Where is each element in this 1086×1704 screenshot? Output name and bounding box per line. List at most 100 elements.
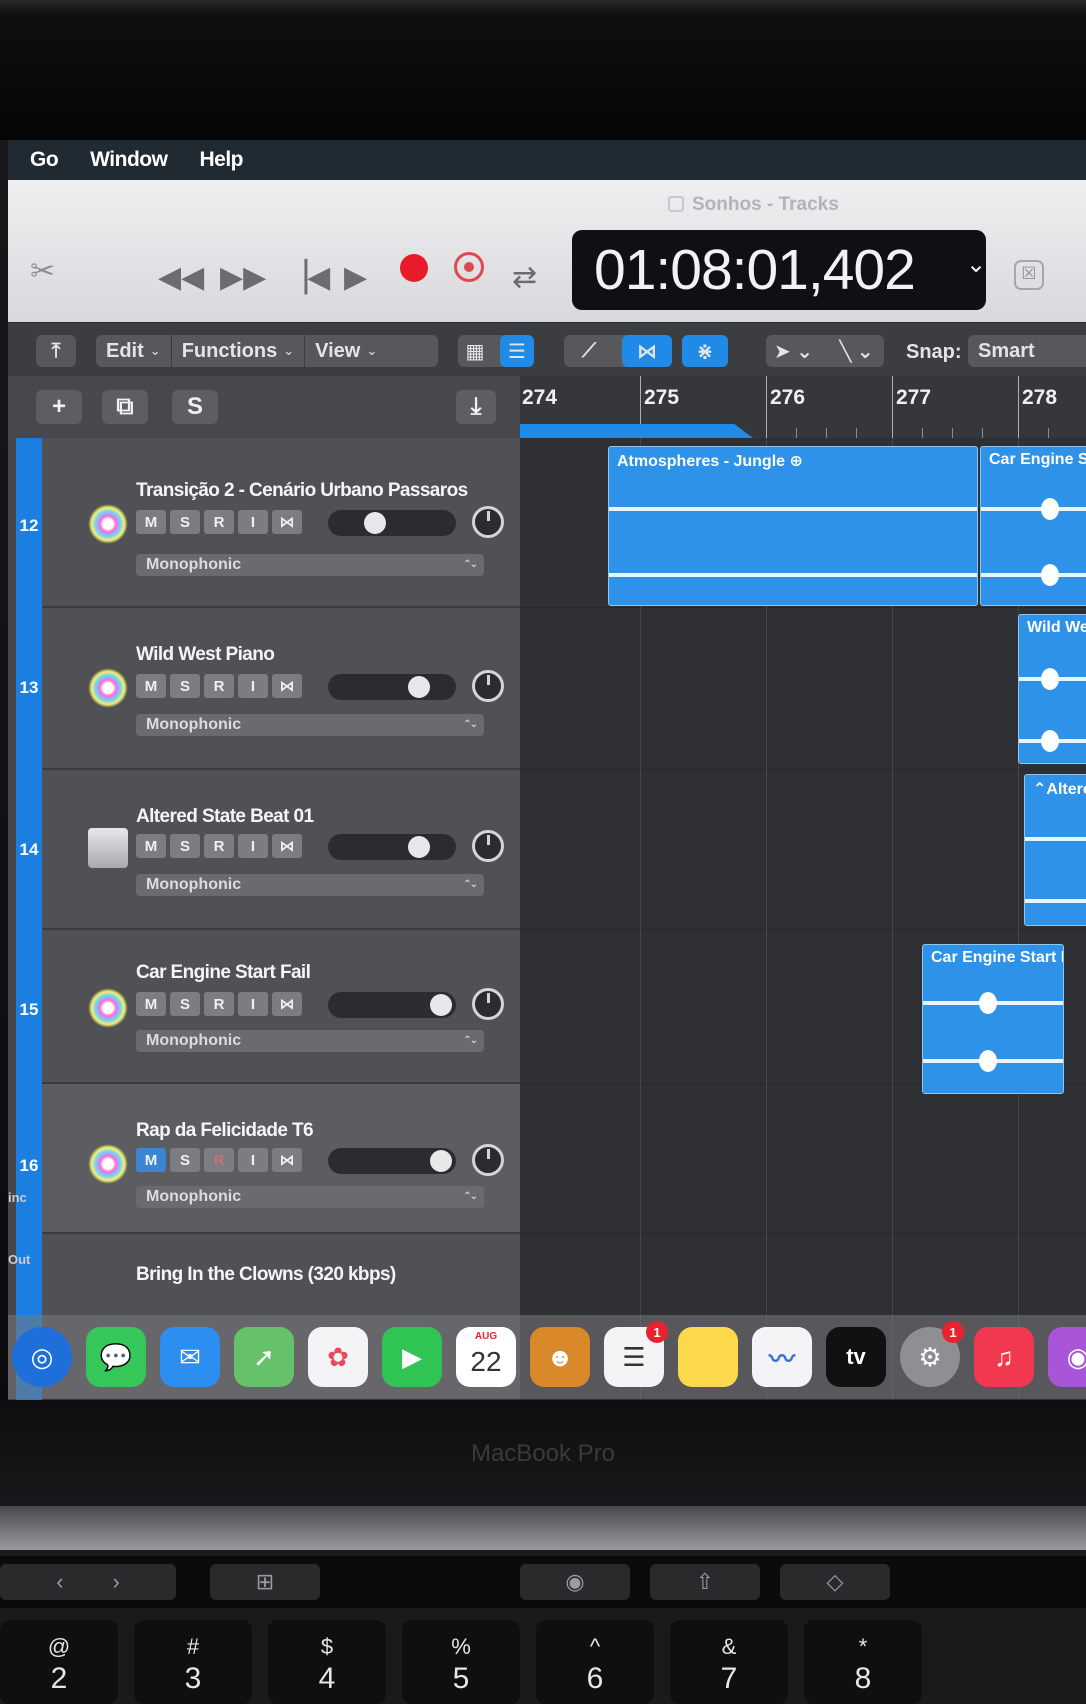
edit-menu[interactable]: Edit ⌄ [96, 335, 172, 367]
calendar-icon[interactable]: AUG 22 [456, 1327, 516, 1387]
automation-icon[interactable]: ⟋ [564, 335, 614, 367]
mute-button[interactable]: M [136, 1148, 166, 1172]
freeform-icon[interactable]: 〰 [752, 1327, 812, 1387]
global-solo-button[interactable]: S [172, 390, 218, 424]
volume-slider[interactable] [328, 834, 456, 860]
track-row[interactable]: 12 Transição 2 - Cenário Urbano Passaros… [20, 438, 520, 608]
tag-icon[interactable]: ◇ [780, 1564, 890, 1600]
mute-button[interactable]: M [136, 510, 166, 534]
volume-slider[interactable] [328, 1148, 456, 1174]
input-monitor-button[interactable]: I [238, 674, 268, 698]
slider-knob[interactable] [408, 676, 430, 698]
slider-knob[interactable] [408, 836, 430, 858]
contacts-icon[interactable]: ☻ [530, 1327, 590, 1387]
duplicate-track-button[interactable]: ⧉ [102, 390, 148, 424]
cycle-button[interactable]: ⇄ [512, 260, 537, 295]
track-name[interactable]: Bring In the Clowns (320 kbps) [136, 1264, 396, 1286]
keyboard-key[interactable]: * 8 [804, 1620, 922, 1704]
track-name[interactable]: Altered State Beat 01 [136, 806, 314, 828]
keyboard-key[interactable]: & 7 [670, 1620, 788, 1704]
keyboard-key[interactable]: @2 [0, 1620, 118, 1704]
mode-select[interactable]: Monophonic [136, 1186, 484, 1208]
mode-select[interactable]: Monophonic [136, 874, 484, 896]
slider-knob[interactable] [430, 1150, 452, 1172]
go-up-button[interactable]: ⤒ [36, 335, 76, 367]
keyboard-key[interactable]: ^ 6 [536, 1620, 654, 1704]
grid-view-icon[interactable]: ▦ [458, 335, 492, 367]
solo-button[interactable]: S [170, 674, 200, 698]
solo-button[interactable]: S [170, 510, 200, 534]
pan-knob[interactable] [472, 506, 504, 538]
share-icon[interactable]: ⇧ [650, 1564, 760, 1600]
flex-icon[interactable]: ⋈ [622, 335, 672, 367]
functions-menu[interactable]: Functions ⌄ [172, 335, 306, 367]
system-settings-icon[interactable]: ⚙ 1 [900, 1321, 964, 1387]
mode-select[interactable]: Monophonic [136, 1030, 484, 1052]
facetime-icon[interactable]: ▶ [382, 1327, 442, 1387]
record-enable-button[interactable]: R [204, 1148, 234, 1172]
mute-button[interactable]: M [136, 834, 166, 858]
record-enable-button[interactable]: R [204, 510, 234, 534]
track-row[interactable]: 14 Altered State Beat 01 M S R I ⋈ Monop… [20, 770, 520, 930]
menu-go[interactable]: Go [30, 148, 59, 172]
record-enable-button[interactable]: R [204, 834, 234, 858]
input-monitor-button[interactable]: I [238, 510, 268, 534]
pan-knob[interactable] [472, 670, 504, 702]
reminders-icon[interactable]: ☰ 1 [604, 1321, 668, 1387]
freeze-icon[interactable]: ⋈ [272, 674, 302, 698]
menu-help[interactable]: Help [199, 148, 243, 172]
mute-button[interactable]: M [136, 674, 166, 698]
freeze-icon[interactable]: ⋈ [272, 510, 302, 534]
audio-region[interactable]: Car Engine S [980, 446, 1086, 606]
mail-icon[interactable]: ✉ [160, 1327, 220, 1387]
keyboard-key[interactable]: $4 [268, 1620, 386, 1704]
input-monitor-button[interactable]: I [238, 834, 268, 858]
volume-slider[interactable] [328, 992, 456, 1018]
track-name[interactable]: Transição 2 - Cenário Urbano Passaros [136, 480, 468, 502]
play-button[interactable]: ▶ [344, 260, 367, 295]
mute-button[interactable]: M [136, 992, 166, 1016]
track-row[interactable]: 15 Car Engine Start Fail M S R I ⋈ Monop… [20, 930, 520, 1084]
solo-button[interactable]: S [170, 1148, 200, 1172]
music-icon[interactable]: ♫ [974, 1327, 1034, 1387]
menu-window[interactable]: Window [90, 148, 168, 172]
time-display[interactable]: 01:08:01,402 [572, 230, 986, 310]
pan-knob[interactable] [472, 988, 504, 1020]
audio-region[interactable]: Car Engine Start F [922, 944, 1064, 1094]
rewind-button[interactable]: ◀◀ [158, 260, 204, 295]
track-name[interactable]: Rap da Felicidade T6 [136, 1120, 314, 1142]
touchbar-back-forward[interactable]: ‹ › [0, 1564, 176, 1600]
eye-icon[interactable]: ◉ [520, 1564, 630, 1600]
list-view-icon[interactable]: ☰ [500, 335, 534, 367]
audio-region[interactable]: Wild We [1018, 614, 1086, 764]
record-enable-button[interactable]: R [204, 674, 234, 698]
messages-icon[interactable]: 💬 [86, 1327, 146, 1387]
add-track-button[interactable]: + [36, 390, 82, 424]
arrange-area[interactable]: Atmospheres - Jungle ⊕ Car Engine S Wild… [520, 438, 1086, 1400]
capture-recording-button[interactable] [454, 252, 484, 282]
bar-ruler[interactable]: 274 275 276 277 278 [520, 376, 1086, 438]
maps-icon[interactable]: ➚ [234, 1327, 294, 1387]
go-to-start-button[interactable]: ▕◀ [284, 260, 330, 295]
slider-knob[interactable] [364, 512, 386, 534]
tab-overview-icon[interactable]: ⊞ [210, 1564, 320, 1600]
keyboard-key[interactable]: #3 [134, 1620, 252, 1704]
track-row[interactable]: 13 Wild West Piano M S R I ⋈ Monophonic [20, 608, 520, 770]
freeze-icon[interactable]: ⋈ [272, 834, 302, 858]
track-name[interactable]: Wild West Piano [136, 644, 275, 666]
chevron-down-icon[interactable]: ⌄ [966, 250, 986, 279]
podcasts-icon[interactable]: ◉ [1048, 1327, 1086, 1387]
catch-icon[interactable]: ⤓ [456, 390, 496, 424]
solo-button[interactable]: S [170, 834, 200, 858]
record-enable-button[interactable]: R [204, 992, 234, 1016]
audio-region[interactable]: Atmospheres - Jungle ⊕ [608, 446, 978, 606]
freeze-icon[interactable]: ⋈ [272, 1148, 302, 1172]
audio-region[interactable]: ⌃Altere [1024, 774, 1086, 926]
pencil-tool-icon[interactable]: ╲ ⌄ [829, 335, 884, 367]
safari-icon[interactable]: ◎ [12, 1327, 72, 1387]
fast-forward-button[interactable]: ▶▶ [220, 260, 266, 295]
track-row[interactable]: 16 Rap da Felicidade T6 M S R I ⋈ Monoph… [20, 1084, 520, 1234]
mode-select[interactable]: Monophonic [136, 714, 484, 736]
snap-dropdown[interactable]: Smart [968, 335, 1086, 367]
slider-knob[interactable] [430, 994, 452, 1016]
